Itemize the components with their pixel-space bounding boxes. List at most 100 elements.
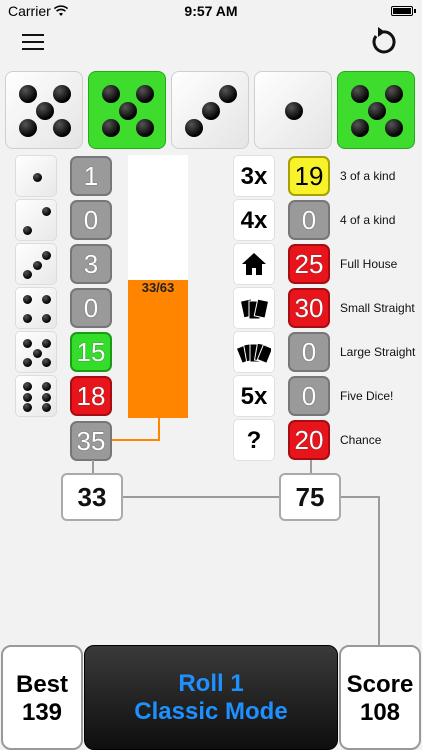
pip [385,84,404,103]
pip [23,392,33,402]
pip [32,260,42,270]
score-line-vertical [378,496,380,646]
score-label: Score [346,671,414,698]
upper-subtotal: 35 [70,421,112,461]
roll-button[interactable]: Roll 1 Classic Mode [84,645,338,750]
upper-face-4 [15,287,57,329]
die-1[interactable] [5,71,83,149]
pip [184,119,203,138]
die-3[interactable] [171,71,249,149]
pip [41,295,51,305]
lower-score-2[interactable]: 25 [288,244,330,284]
best-value: 139 [21,699,63,726]
score-line [340,496,380,498]
house-icon [233,243,275,285]
category-label: Five Dice! [340,389,394,403]
pip [41,339,51,349]
pip [136,84,155,103]
pip [202,102,220,120]
pip [285,102,303,120]
lower-score-1[interactable]: 0 [288,200,330,240]
upper-score-6[interactable]: 18 [70,376,112,416]
lower-total: 75 [279,473,341,521]
category-icon-5: 5x [233,375,275,417]
pip [119,102,137,120]
upper-score-5[interactable]: 15 [70,332,112,372]
upper-face-1 [15,155,57,197]
bonus-connector-horizontal [112,439,160,441]
category-label: Small Straight [340,301,415,315]
pip [32,348,42,358]
category-label: Full House [340,257,398,271]
pip [18,119,37,138]
pip [23,403,33,412]
clock: 9:57 AM [184,3,238,19]
category-label: Large Straight [340,345,416,359]
lower-score-0[interactable]: 19 [288,156,330,196]
upper-score-3[interactable]: 3 [70,244,112,284]
lower-line [310,460,312,474]
pip [368,102,386,120]
die-5[interactable] [337,71,415,149]
pip [385,119,404,138]
upper-total: 33 [61,473,123,521]
pip [41,382,51,391]
pip [23,295,33,305]
pip [53,119,72,138]
pip [23,339,33,349]
pip [41,207,51,217]
upper-face-6 [15,375,57,417]
lower-score-5[interactable]: 0 [288,376,330,416]
totals-line [123,496,279,498]
best-panel: Best 139 [1,645,83,750]
upper-score-4[interactable]: 0 [70,288,112,328]
upper-face-2 [15,199,57,241]
category-icon-0: 3x [233,155,275,197]
mode-label: Classic Mode [134,698,288,725]
bonus-connector [158,418,160,440]
cards-large-icon [233,331,275,373]
category-label: 4 of a kind [340,213,396,227]
pip [41,357,51,367]
pip [23,225,33,235]
pip [219,84,238,103]
pip [32,172,42,182]
bonus-progress-fill [128,280,188,418]
pip [53,84,72,103]
upper-score-2[interactable]: 0 [70,200,112,240]
pip [18,84,37,103]
pip [23,382,33,391]
hamburger-menu-icon[interactable] [22,34,44,50]
bonus-progress-label: 33/63 [141,280,175,295]
pip [350,119,369,138]
battery-icon [391,6,416,16]
upper-face-3 [15,243,57,285]
upper-score-1[interactable]: 1 [70,156,112,196]
score-panel: Score 108 [339,645,421,750]
roll-label: Roll 1 [178,670,244,697]
best-label: Best [15,671,69,698]
pip [41,403,51,412]
lower-score-3[interactable]: 30 [288,288,330,328]
pip [41,313,51,323]
lower-score-4[interactable]: 0 [288,332,330,372]
category-label: 3 of a kind [340,169,396,183]
pip [41,251,51,261]
pip [101,119,120,138]
pip [23,313,33,323]
die-4[interactable] [254,71,332,149]
category-icon-6: ? [233,419,275,461]
score-value: 108 [359,699,401,726]
pip [23,357,33,367]
pip [136,119,155,138]
die-2[interactable] [88,71,166,149]
pip [350,84,369,103]
status-bar: Carrier 9:57 AM [0,0,422,22]
lower-score-6[interactable]: 20 [288,420,330,460]
restart-icon[interactable] [368,26,398,56]
pip [41,392,51,402]
category-label: Chance [340,433,382,447]
upper-line [92,460,94,474]
upper-face-5 [15,331,57,373]
cards-small-icon [233,287,275,329]
